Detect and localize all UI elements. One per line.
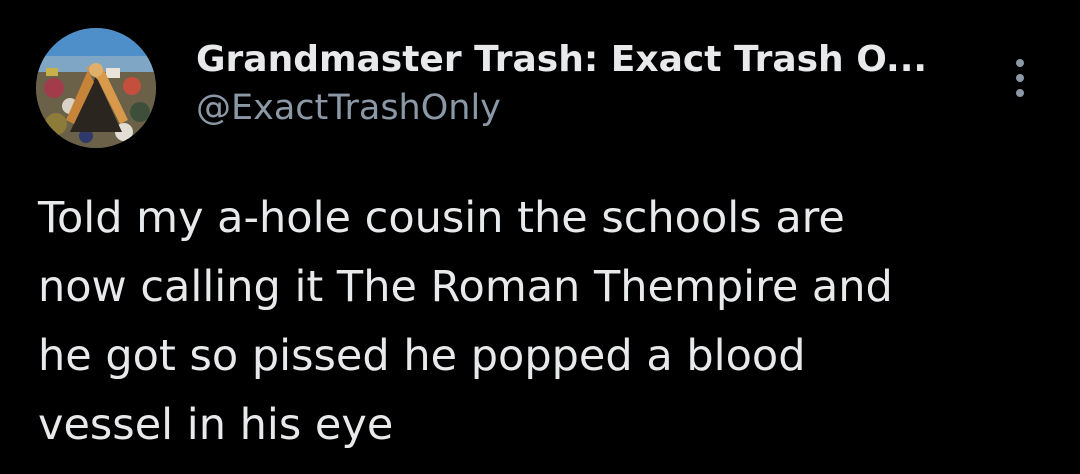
tweet-text-line: he got so pissed he popped a blood (38, 331, 806, 381)
tweet-text-line: Told my a-hole cousin the schools are (38, 193, 845, 243)
avatar[interactable] (36, 28, 156, 148)
trash-pile-avatar-icon (36, 28, 156, 148)
more-options-button[interactable] (1004, 56, 1036, 100)
tweet-card: Grandmaster Trash: Exact Trash O... @Exa… (0, 0, 1080, 474)
tweet-text: Told my a-hole cousin the schools are no… (38, 184, 1048, 460)
more-vertical-icon (1016, 59, 1024, 67)
author-handle[interactable]: @ExactTrashOnly (196, 86, 976, 130)
author-info: Grandmaster Trash: Exact Trash O... @Exa… (196, 38, 976, 130)
more-vertical-icon-dot (1016, 74, 1024, 82)
more-vertical-icon-dot (1016, 89, 1024, 97)
author-display-name[interactable]: Grandmaster Trash: Exact Trash O... (196, 38, 976, 82)
tweet-text-line: now calling it The Roman Thempire and (38, 262, 893, 312)
tweet-text-line: vessel in his eye (38, 400, 394, 450)
